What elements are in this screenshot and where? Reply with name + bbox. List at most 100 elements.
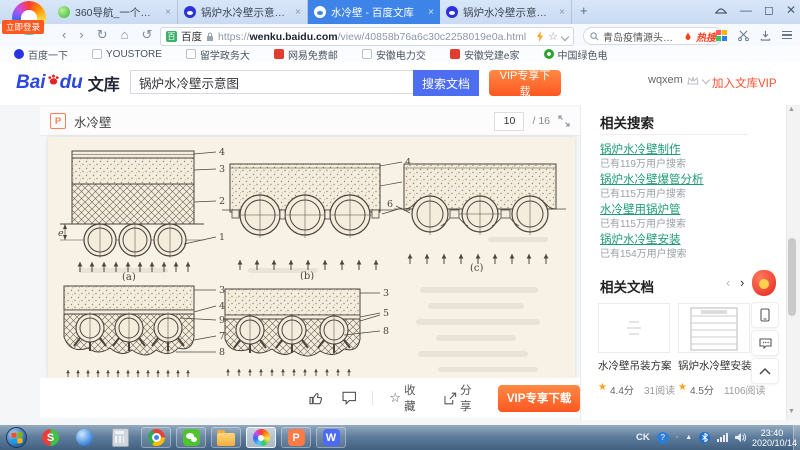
- tab-baidu-search[interactable]: 锅炉水冷壁示意图_百度搜索 ×: [178, 0, 308, 24]
- taskbar-explorer-button[interactable]: [211, 427, 241, 448]
- bookmark-item[interactable]: 安徽电力交: [362, 47, 426, 62]
- maximize-button[interactable]: ◻: [764, 3, 774, 17]
- page-number-input[interactable]: [494, 112, 524, 131]
- scroll-up-icon[interactable]: ▲: [788, 106, 795, 113]
- join-vip-link[interactable]: 加入文库VIP: [712, 75, 777, 91]
- volume-icon[interactable]: [735, 432, 746, 443]
- taskbar-calculator-icon[interactable]: [112, 428, 129, 447]
- refresh-button[interactable]: ↻: [97, 24, 108, 46]
- home-button[interactable]: ⌂: [121, 24, 129, 46]
- scroll-down-icon[interactable]: ▼: [788, 408, 795, 415]
- bookmark-item[interactable]: 安徽党建e家: [450, 47, 520, 62]
- download-icon[interactable]: [760, 30, 771, 41]
- figure-d: 3 4 9 7 8: [56, 282, 236, 378]
- bookmark-item[interactable]: 网易免费邮: [274, 47, 338, 62]
- scrollbar-thumb[interactable]: [788, 238, 796, 316]
- wps-ppt-icon: P: [288, 429, 305, 446]
- taskbar-wechat-button[interactable]: [176, 427, 206, 448]
- mobile-view-button[interactable]: [751, 302, 779, 328]
- docs-prev-button[interactable]: ‹: [726, 275, 730, 290]
- tab-360-favicon-icon: [58, 6, 70, 18]
- tab-close-icon[interactable]: ×: [295, 7, 301, 18]
- share-icon[interactable]: [444, 392, 457, 405]
- fullscreen-icon[interactable]: [558, 115, 570, 127]
- undo-button[interactable]: ↺: [141, 24, 152, 46]
- address-bar[interactable]: 百 百度 https://wenku.baidu.com/view/40858b…: [160, 27, 574, 46]
- comment-icon[interactable]: [342, 391, 357, 405]
- menu-icon[interactable]: [782, 29, 792, 42]
- related-doc-thumbnail[interactable]: [598, 303, 670, 353]
- show-desktop-button[interactable]: [793, 425, 800, 450]
- tab-close-icon[interactable]: ×: [165, 7, 171, 18]
- folder-icon: [217, 433, 235, 446]
- minimize-button[interactable]: —: [740, 3, 752, 17]
- feedback-button[interactable]: [751, 330, 779, 356]
- logo-bai: Bai: [16, 72, 46, 94]
- lightning-icon[interactable]: [536, 31, 544, 42]
- bookmark-item[interactable]: 百度一下: [14, 47, 68, 62]
- browser-login-badge[interactable]: 立即登录: [2, 20, 44, 34]
- baidu-favicon-icon: [14, 49, 24, 59]
- hot-search-label[interactable]: 热搜: [696, 29, 716, 44]
- address-dropdown-icon[interactable]: [561, 32, 569, 40]
- tab-close-icon[interactable]: ×: [559, 7, 565, 18]
- taskbar-360-browser-button[interactable]: [246, 427, 276, 448]
- tab-search-results[interactable]: 锅炉水冷壁示意图的搜索结果_百度 ×: [440, 0, 572, 24]
- bluetooth-icon[interactable]: [699, 432, 710, 443]
- start-button[interactable]: [6, 427, 27, 448]
- like-icon[interactable]: [309, 391, 324, 406]
- svg-text:e: e: [58, 228, 64, 239]
- document-page[interactable]: e 4 3 2 1 (a) 4 3 5 (b): [48, 137, 575, 378]
- related-doc-thumbnail[interactable]: [678, 303, 750, 353]
- windows-flag-icon: [11, 431, 23, 444]
- ime-indicator[interactable]: CK: [636, 432, 650, 443]
- username[interactable]: wqxem: [648, 74, 683, 86]
- tray-misc-icon[interactable]: ◦: [676, 434, 678, 441]
- bookmark-item[interactable]: YOUSTORE: [92, 49, 162, 60]
- taskbar-wps-doc-button[interactable]: W: [316, 427, 346, 448]
- tab-360-nav[interactable]: 360导航_一个主页，整个世界 ×: [52, 0, 178, 24]
- tab-close-icon[interactable]: ×: [428, 7, 434, 18]
- taskbar-app-icon[interactable]: [76, 429, 93, 446]
- favorite-label[interactable]: 收藏: [404, 382, 426, 414]
- back-to-top-button[interactable]: [751, 358, 779, 384]
- wenku-logo[interactable]: Bai du 文库: [16, 70, 120, 96]
- close-window-button[interactable]: ✕: [786, 3, 796, 17]
- related-doc-title[interactable]: 水冷壁吊装方案: [598, 358, 674, 373]
- red-packet-icon[interactable]: [752, 270, 776, 296]
- theme-hat-icon[interactable]: [714, 4, 728, 16]
- user-menu-chevron-icon[interactable]: [702, 76, 710, 84]
- taskbar-chrome-button[interactable]: [141, 427, 171, 448]
- vip-crown-icon: [687, 76, 699, 85]
- doc-rating: 4.5分: [690, 382, 714, 397]
- taskbar-360-safe-icon[interactable]: S: [42, 429, 59, 446]
- tab-wenku-active[interactable]: 水冷壁 - 百度文库 ×: [308, 0, 440, 24]
- favorite-star-icon[interactable]: ☆: [389, 390, 401, 406]
- chrome-icon: [148, 429, 165, 446]
- bookmark-item[interactable]: 中国绿色电: [544, 47, 608, 62]
- help-tray-icon[interactable]: ?: [657, 432, 669, 444]
- favorite-page-icon[interactable]: ☆: [548, 30, 558, 43]
- wenku-search-input[interactable]: [130, 70, 413, 94]
- tray-expand-icon[interactable]: ▲: [685, 434, 692, 441]
- forward-button[interactable]: ›: [79, 24, 83, 46]
- back-button[interactable]: ‹: [62, 24, 66, 46]
- taskbar-clock[interactable]: 23:40 2020/10/14: [752, 428, 792, 448]
- taskbar-wps-ppt-button[interactable]: P: [281, 427, 311, 448]
- docs-next-button[interactable]: ›: [740, 275, 744, 290]
- apps-grid-icon[interactable]: [716, 30, 727, 41]
- bookmark-item[interactable]: 留学政务大: [186, 47, 250, 62]
- browser-search-box[interactable]: 青岛疫情源头在哪 热搜: [583, 27, 723, 45]
- new-tab-button[interactable]: +: [580, 3, 588, 18]
- vip-download-button-top[interactable]: VIP专享下载: [489, 70, 561, 96]
- network-signal-icon[interactable]: [717, 433, 728, 442]
- party-site-icon: [450, 49, 460, 59]
- share-label[interactable]: 分享: [460, 382, 482, 414]
- search-docs-button[interactable]: 搜索文档: [413, 70, 479, 96]
- vip-download-button-bottom[interactable]: VIP专享下载: [498, 385, 580, 412]
- logo-du: du: [60, 72, 83, 94]
- svg-text:(a): (a): [122, 272, 136, 281]
- related-search-meta: 已有115万用户搜索: [600, 185, 686, 200]
- scissors-icon[interactable]: [738, 30, 749, 41]
- site-identity-badge[interactable]: 百: [166, 31, 177, 42]
